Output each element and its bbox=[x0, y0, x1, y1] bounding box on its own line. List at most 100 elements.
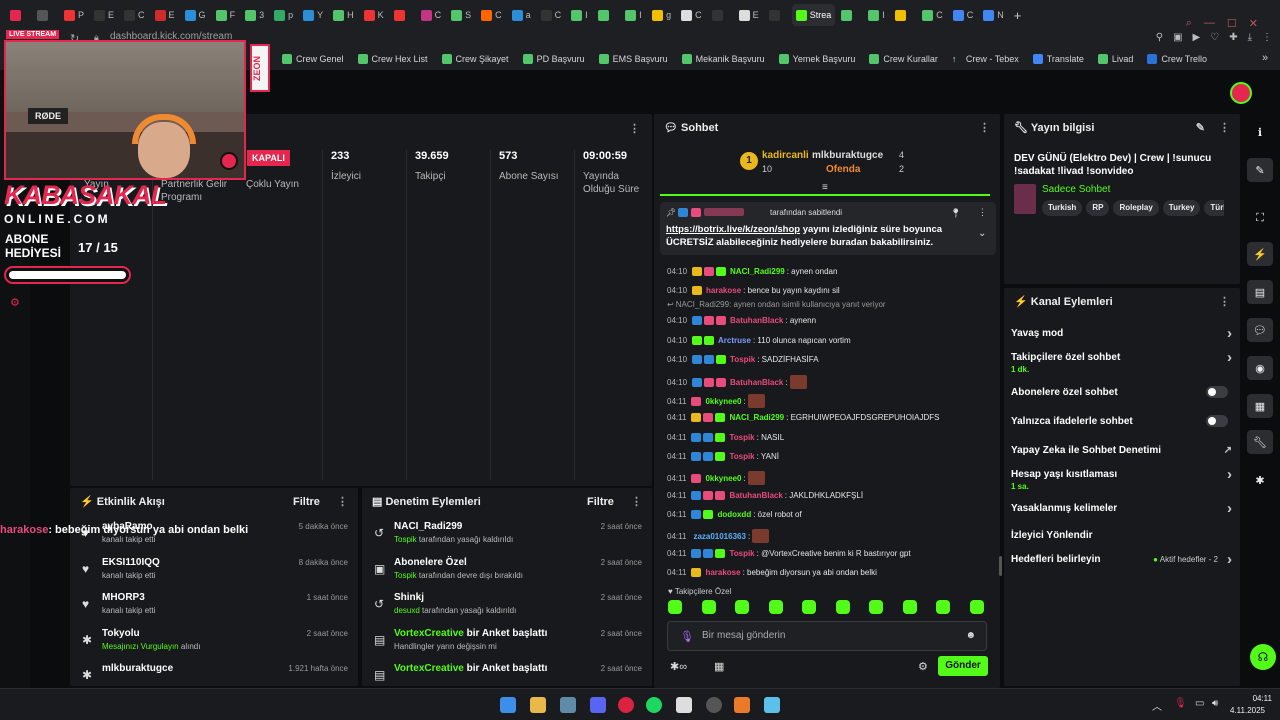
chat-username[interactable]: harakose bbox=[706, 286, 741, 295]
mod-item[interactable]: ↺ NACI_Radi299 Tospik tarafından yasağı ka… bbox=[362, 518, 652, 554]
bookmark-item[interactable]: Crew Trello bbox=[1147, 54, 1207, 64]
chat-username[interactable]: zaza01016363 bbox=[693, 532, 746, 541]
bookmark-item[interactable]: Crew Hex List bbox=[357, 54, 428, 64]
support-icon[interactable]: ☊ bbox=[1250, 644, 1276, 670]
mod-by[interactable]: Tospik bbox=[394, 571, 417, 580]
chat-side-icon[interactable]: 💬︎ bbox=[1247, 318, 1273, 342]
tray-display-icon[interactable]: ▭ bbox=[1195, 698, 1204, 709]
event-item[interactable]: ♥ EKSI110IQQ kanalı takip etti 8 dakika önc… bbox=[70, 554, 358, 590]
mod-item[interactable]: ▤ VortexCreative bir Anket başlattı Handli… bbox=[362, 625, 652, 661]
mod-filter-button[interactable]: Filtre bbox=[587, 496, 614, 508]
chat-username[interactable]: BatuhanBlack bbox=[730, 316, 783, 325]
emote-button[interactable] bbox=[701, 600, 716, 614]
channel-action-row[interactable]: Takipçilere özel sohbet 1 dk. › bbox=[1011, 349, 1232, 374]
chat-username[interactable]: BatuhanBlack bbox=[729, 491, 782, 500]
mod-target[interactable]: Shinkj bbox=[394, 592, 424, 603]
profile-avatar[interactable] bbox=[1230, 82, 1252, 104]
browser-tab[interactable]: I bbox=[621, 4, 646, 26]
channel-action-row[interactable]: Yavaş mod › bbox=[1011, 325, 1232, 342]
mod-item[interactable]: ↺ Shinkj desuxd tarafından yasağı kaldırıl… bbox=[362, 589, 652, 625]
browser-tab[interactable]: g bbox=[648, 4, 675, 26]
browser-tab[interactable]: E bbox=[90, 4, 118, 26]
browser-tab[interactable] bbox=[6, 4, 31, 26]
browser-tab[interactable]: H bbox=[329, 4, 358, 26]
mod-target[interactable]: VortexCreative bbox=[394, 663, 464, 674]
emote-button[interactable] bbox=[869, 600, 883, 614]
obs-icon[interactable] bbox=[706, 697, 722, 713]
unpin-icon[interactable]: 📍︎ bbox=[950, 208, 961, 219]
stream-tag[interactable]: Turkish bbox=[1042, 200, 1083, 216]
browser-tab[interactable] bbox=[390, 4, 415, 26]
mod-item[interactable]: ▣ Abonelere Özel Tospik tarafından devre d… bbox=[362, 554, 652, 590]
extension-icon[interactable]: ▣ bbox=[1173, 32, 1182, 43]
chat-settings-icon[interactable]: ⚙ bbox=[918, 660, 928, 673]
chat-username[interactable]: NACI_Radi299 bbox=[729, 413, 784, 422]
category-name[interactable]: Sadece Sohbet bbox=[1042, 184, 1110, 195]
edit-side-icon[interactable]: ✎ bbox=[1247, 158, 1273, 182]
minimize-button[interactable]: — bbox=[1204, 17, 1215, 29]
mic-icon[interactable]: 🎙︎ bbox=[680, 630, 694, 643]
mod-target[interactable]: Abonelere Özel bbox=[394, 557, 467, 568]
toggle-switch[interactable] bbox=[1206, 415, 1228, 427]
emote-button[interactable] bbox=[902, 600, 917, 614]
browser-tab[interactable]: C bbox=[417, 4, 446, 26]
pin-icon[interactable]: ⚲ bbox=[1156, 32, 1163, 43]
browser-tab[interactable] bbox=[708, 4, 733, 26]
emote-button[interactable] bbox=[735, 600, 749, 614]
screen-icon[interactable]: ⛶ bbox=[1247, 206, 1273, 230]
download-icon[interactable]: ⤓ bbox=[1248, 32, 1252, 43]
wrench-icon[interactable]: 🔧︎ bbox=[1247, 430, 1273, 454]
chat-input[interactable]: 🎙︎ Bir mesaj gönderin ☻ bbox=[667, 621, 987, 651]
chat-scrollbar[interactable] bbox=[999, 556, 1002, 576]
browser-tab[interactable] bbox=[765, 4, 790, 26]
emote-button[interactable] bbox=[668, 600, 682, 614]
chat-username[interactable]: 0kkynee0 bbox=[705, 474, 741, 483]
maximize-button[interactable]: ☐ bbox=[1227, 17, 1237, 30]
event-user[interactable]: Tokyolu bbox=[102, 628, 140, 639]
browser-tab[interactable]: N bbox=[979, 4, 1008, 26]
stats-icon[interactable]: ▤ bbox=[1247, 280, 1273, 304]
chat-username[interactable]: harakose bbox=[705, 568, 740, 577]
browser-tab[interactable] bbox=[594, 4, 619, 26]
browser-tab[interactable]: E bbox=[151, 4, 179, 26]
app2-icon[interactable] bbox=[734, 697, 750, 713]
start-icon[interactable] bbox=[500, 697, 516, 713]
browser-tab[interactable]: K bbox=[360, 4, 388, 26]
bookmark-item[interactable]: Translate bbox=[1032, 54, 1084, 64]
chat-username[interactable]: 0kkynee0 bbox=[705, 397, 741, 406]
bookmark-item[interactable]: ↑ Crew - Tebex bbox=[952, 54, 1019, 64]
browser-tab[interactable]: S bbox=[447, 4, 475, 26]
chat-username[interactable]: dodoxdd bbox=[717, 510, 751, 519]
tray-mic-icon[interactable]: 🎙︎ bbox=[1174, 698, 1187, 709]
browser-tab[interactable]: F bbox=[212, 4, 240, 26]
browser-tab[interactable]: C bbox=[537, 4, 566, 26]
chat-username[interactable]: Arctruse bbox=[718, 336, 751, 345]
browser-tab[interactable]: G bbox=[181, 4, 210, 26]
event-user[interactable]: mlkburaktugce bbox=[102, 663, 173, 674]
chat-username[interactable]: Tospik bbox=[729, 452, 754, 461]
browser-tab[interactable] bbox=[837, 4, 862, 26]
apps-icon[interactable]: ✱ bbox=[1247, 468, 1273, 492]
browser-tab[interactable]: I bbox=[864, 4, 889, 26]
close-window-button[interactable]: ✕ bbox=[1249, 17, 1258, 30]
mod-target[interactable]: VortexCreative bbox=[394, 628, 464, 639]
browser-tab[interactable]: C bbox=[477, 4, 506, 26]
pinned-link[interactable]: https://botrix.live/k/zeon/shop bbox=[666, 224, 800, 235]
bookmark-item[interactable]: Mekanik Başvuru bbox=[681, 54, 765, 64]
puzzle-icon[interactable]: ✚ bbox=[1229, 32, 1237, 43]
pinned-collapse-icon[interactable]: ⌄ bbox=[978, 228, 986, 239]
play-icon[interactable]: ▶ bbox=[1193, 32, 1201, 43]
emote-button[interactable] bbox=[969, 600, 984, 614]
emote-button[interactable] bbox=[835, 600, 850, 614]
bookmark-item[interactable]: Yemek Başvuru bbox=[778, 54, 855, 64]
emoji-icon[interactable]: ☻ bbox=[965, 630, 976, 641]
opera-icon[interactable] bbox=[618, 697, 634, 713]
browser-tab[interactable]: I bbox=[567, 4, 592, 26]
explorer-icon[interactable] bbox=[530, 697, 546, 713]
chat-username[interactable]: Tospik bbox=[729, 549, 754, 558]
bookmark-item[interactable]: EMS Başvuru bbox=[598, 54, 668, 64]
channel-action-row[interactable]: Abonelere özel sohbet bbox=[1011, 386, 1232, 398]
menu-icon[interactable]: ⋮ bbox=[1262, 32, 1272, 43]
chat-username[interactable]: Tospik bbox=[730, 355, 755, 364]
channel-action-row[interactable]: İzleyici Yönlendir bbox=[1011, 530, 1232, 541]
